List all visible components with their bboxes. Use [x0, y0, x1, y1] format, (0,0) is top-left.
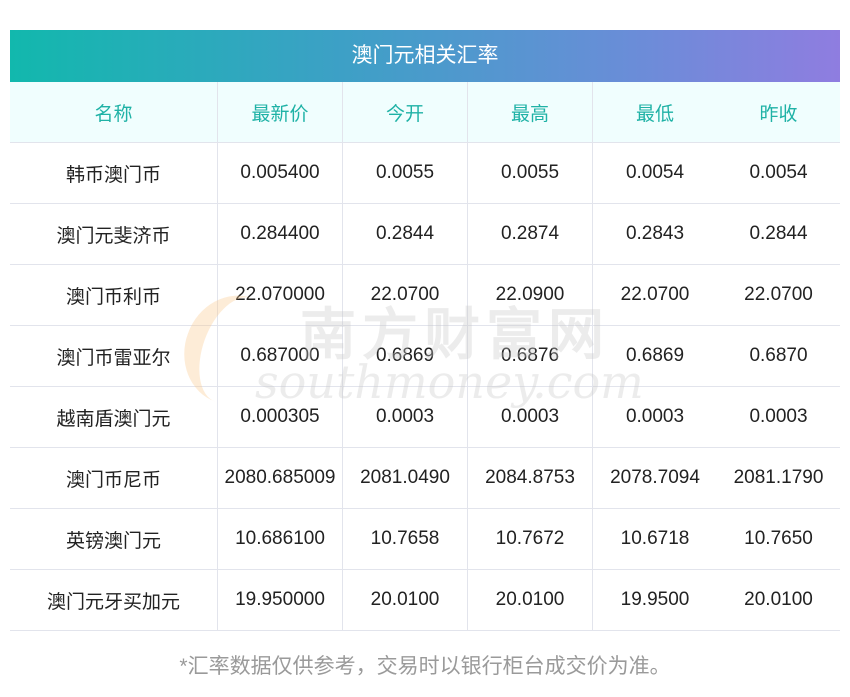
cell-low: 0.6869	[592, 325, 717, 387]
table-title: 澳门元相关汇率	[10, 30, 840, 82]
cell-name: 韩币澳门币	[10, 142, 218, 204]
cell-name: 澳门币利币	[10, 264, 218, 326]
cell-high: 0.0055	[467, 142, 593, 204]
col-header-open: 今开	[342, 82, 468, 143]
table-row: 韩币澳门币 0.005400 0.0055 0.0055 0.0054 0.0054	[10, 142, 840, 204]
cell-name: 澳门元牙买加元	[10, 569, 218, 631]
cell-name: 澳门元斐济币	[10, 203, 218, 265]
table-row: 越南盾澳门元 0.000305 0.0003 0.0003 0.0003 0.0003	[10, 386, 840, 448]
cell-prev-close: 20.0100	[717, 569, 840, 631]
col-header-latest: 最新价	[217, 82, 343, 143]
col-header-high: 最高	[467, 82, 593, 143]
table-row: 澳门币尼币 2080.685009 2081.0490 2084.8753 2078.7…	[10, 447, 840, 509]
cell-latest: 0.284400	[217, 203, 343, 265]
table-row: 英镑澳门元 10.686100 10.7658 10.7672 10.6718 10.76…	[10, 508, 840, 570]
table-row: 澳门币雷亚尔 0.687000 0.6869 0.6876 0.6869 0.6870	[10, 325, 840, 387]
cell-latest: 2080.685009	[217, 447, 343, 509]
cell-open: 0.0003	[342, 386, 468, 448]
col-header-name: 名称	[10, 82, 218, 143]
cell-open: 22.0700	[342, 264, 468, 326]
cell-open: 0.2844	[342, 203, 468, 265]
cell-high: 0.6876	[467, 325, 593, 387]
cell-prev-close: 2081.1790	[717, 447, 840, 509]
cell-high: 0.2874	[467, 203, 593, 265]
cell-high: 2084.8753	[467, 447, 593, 509]
cell-prev-close: 10.7650	[717, 508, 840, 570]
cell-prev-close: 0.2844	[717, 203, 840, 265]
cell-name: 越南盾澳门元	[10, 386, 218, 448]
cell-prev-close: 0.0003	[717, 386, 840, 448]
cell-low: 2078.7094	[592, 447, 717, 509]
table-row: 澳门元斐济币 0.284400 0.2844 0.2874 0.2843 0.2844	[10, 203, 840, 265]
cell-open: 10.7658	[342, 508, 468, 570]
cell-name: 澳门币尼币	[10, 447, 218, 509]
cell-high: 22.0900	[467, 264, 593, 326]
col-header-low: 最低	[592, 82, 717, 143]
cell-open: 0.0055	[342, 142, 468, 204]
cell-latest: 22.070000	[217, 264, 343, 326]
cell-prev-close: 0.0054	[717, 142, 840, 204]
exchange-rate-table-card: 澳门元相关汇率 名称 最新价 今开 最高 最低 昨收 韩币澳门币 0.005400…	[10, 30, 840, 631]
cell-low: 19.9500	[592, 569, 717, 631]
cell-low: 10.6718	[592, 508, 717, 570]
cell-latest: 10.686100	[217, 508, 343, 570]
cell-low: 0.0003	[592, 386, 717, 448]
cell-low: 22.0700	[592, 264, 717, 326]
cell-high: 20.0100	[467, 569, 593, 631]
cell-latest: 0.005400	[217, 142, 343, 204]
cell-name: 英镑澳门元	[10, 508, 218, 570]
disclaimer: *汇率数据仅供参考，交易时以银行柜台成交价为准。	[179, 655, 671, 678]
cell-latest: 19.950000	[217, 569, 343, 631]
cell-open: 20.0100	[342, 569, 468, 631]
col-header-prev-close: 昨收	[717, 82, 840, 143]
cell-high: 0.0003	[467, 386, 593, 448]
cell-low: 0.0054	[592, 142, 717, 204]
cell-name: 澳门币雷亚尔	[10, 325, 218, 387]
cell-high: 10.7672	[467, 508, 593, 570]
cell-open: 0.6869	[342, 325, 468, 387]
cell-latest: 0.687000	[217, 325, 343, 387]
cell-latest: 0.000305	[217, 386, 343, 448]
table-row: 澳门元牙买加元 19.950000 20.0100 20.0100 19.9500 20.…	[10, 569, 840, 631]
cell-open: 2081.0490	[342, 447, 468, 509]
rates-table: 名称 最新价 今开 最高 最低 昨收 韩币澳门币 0.005400 0.0055 0.…	[10, 82, 840, 631]
cell-prev-close: 22.0700	[717, 264, 840, 326]
cell-prev-close: 0.6870	[717, 325, 840, 387]
header-row: 名称 最新价 今开 最高 最低 昨收	[10, 82, 840, 143]
cell-low: 0.2843	[592, 203, 717, 265]
table-row: 澳门币利币 22.070000 22.0700 22.0900 22.0700 22.07…	[10, 264, 840, 326]
